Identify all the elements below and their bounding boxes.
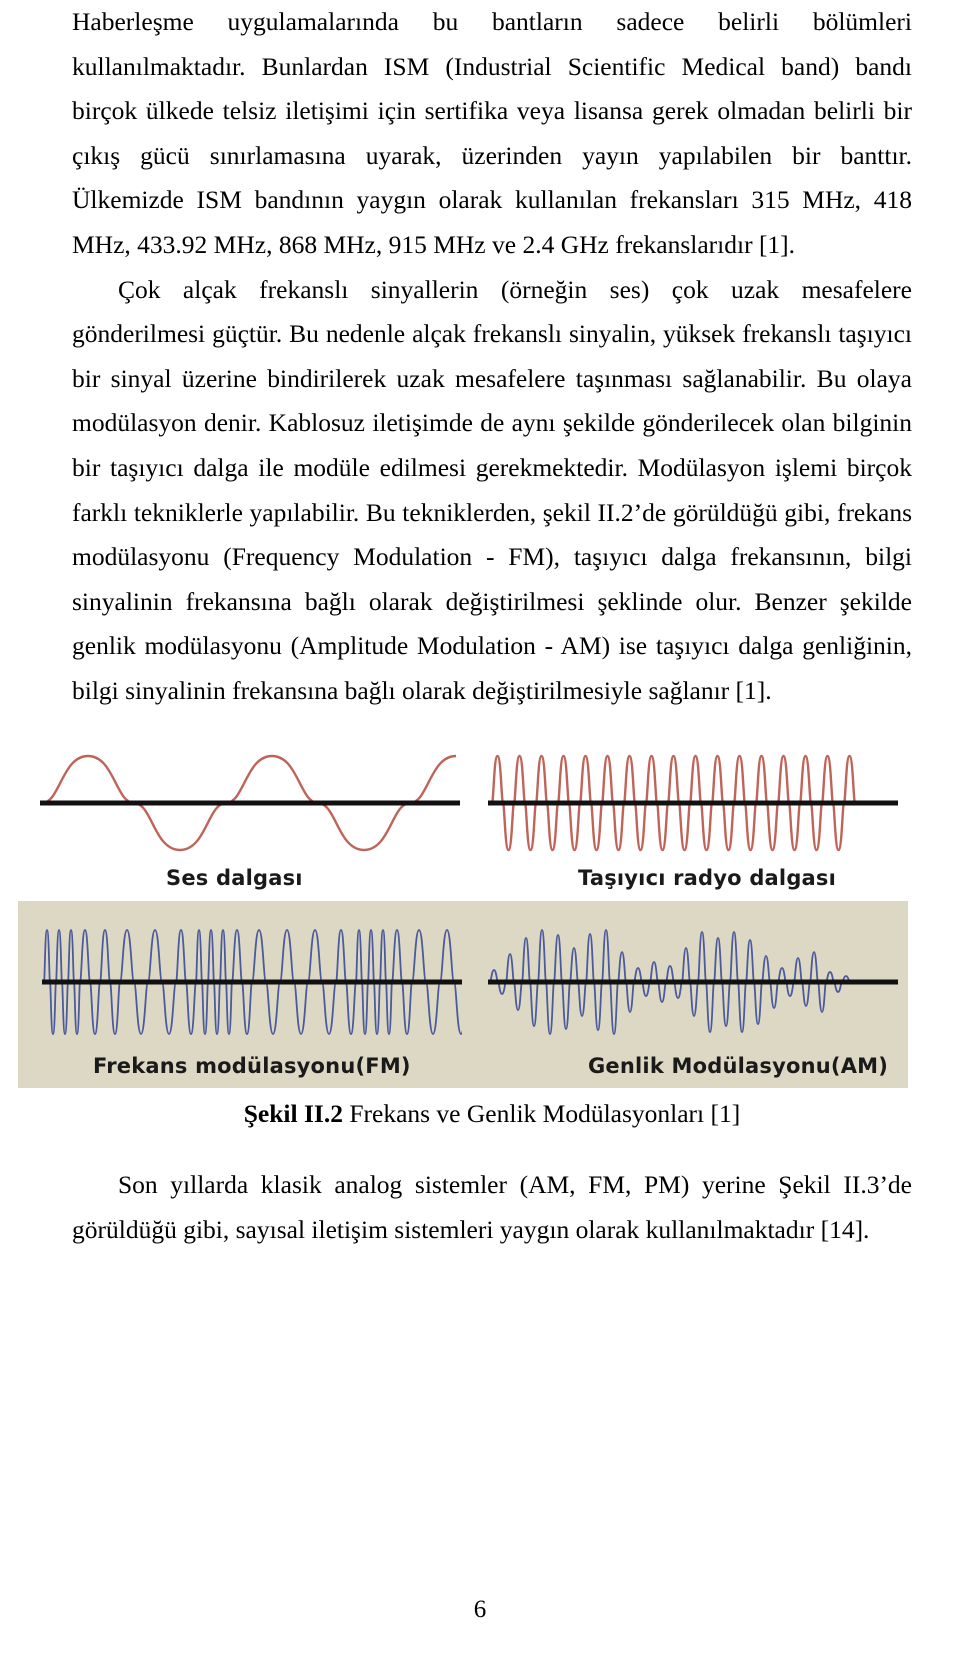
trailing-text-column: Son yıllarda klasik analog sistemler (AM…	[72, 1163, 912, 1252]
document-page: Haberleşme uygulamalarında bu bantların …	[0, 0, 960, 1662]
figure-label-ses-dalgasi: Ses dalgası	[166, 866, 303, 890]
figure-sekil-2-2: Ses dalgası Taşıyıcı radyo dalgası Freka…	[18, 726, 908, 1088]
figure-label-tasiyici-radyo-dalgasi: Taşıyıcı radyo dalgası	[578, 866, 837, 890]
figure-label-genlik-modulasyonu: Genlik Modülasyonu(AM)	[588, 1054, 889, 1078]
wave-tasiyici-radyo-dalgasi	[488, 748, 898, 858]
figure-caption-prefix: Şekil II.2	[243, 1099, 343, 1128]
body-text-column: Haberleşme uygulamalarında bu bantların …	[72, 0, 912, 714]
figure-caption-text: Frekans ve Genlik Modülasyonları [1]	[342, 1099, 741, 1128]
wave-ses-dalgasi	[40, 748, 460, 858]
am-wave-svg	[488, 929, 898, 1035]
figure-label-frekans-modulasyonu: Frekans modülasyonu(FM)	[93, 1054, 411, 1078]
paragraph-3: Son yıllarda klasik analog sistemler (AM…	[72, 1170, 912, 1244]
figure-image: Ses dalgası Taşıyıcı radyo dalgası Freka…	[18, 726, 908, 1088]
wave-genlik-modulasyonu	[488, 922, 898, 1042]
tasiyici-dalga-svg	[488, 754, 898, 852]
figure-caption: Şekil II.2 Frekans ve Genlik Modülasyonl…	[72, 1092, 912, 1136]
fm-wave-svg	[42, 929, 462, 1035]
ses-dalgasi-svg	[40, 754, 460, 852]
paragraph-1: Haberleşme uygulamalarında bu bantların …	[72, 7, 912, 259]
paragraph-2: Çok alçak frekanslı sinyallerin (örneğin…	[72, 274, 912, 705]
wave-frekans-modulasyonu	[42, 922, 462, 1042]
page-number: 6	[473, 1596, 487, 1623]
